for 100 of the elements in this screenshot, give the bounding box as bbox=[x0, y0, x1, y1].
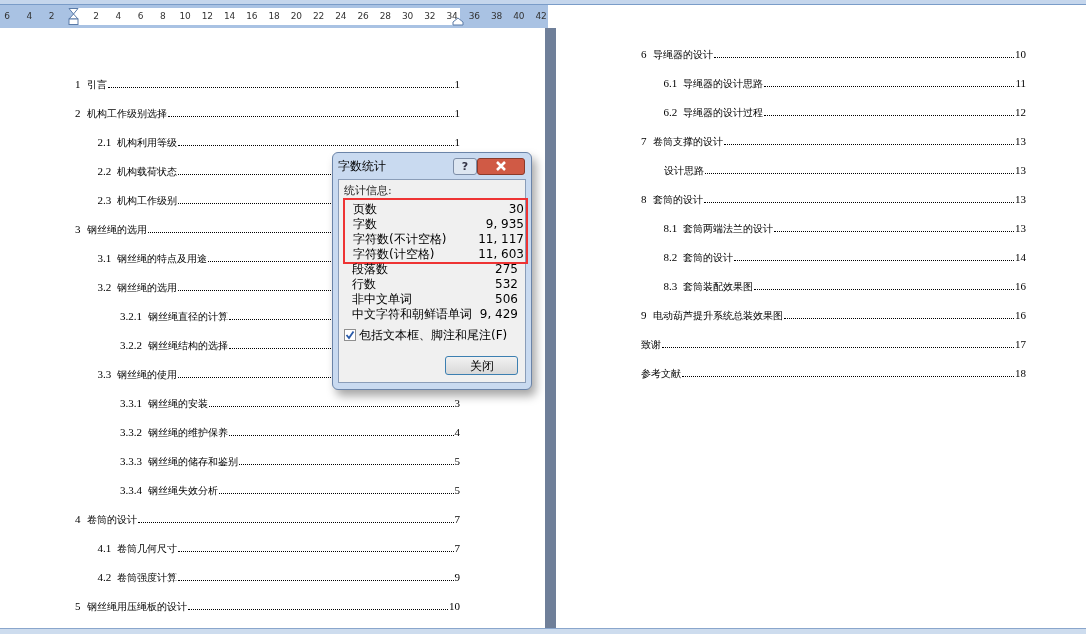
close-icon bbox=[495, 161, 507, 171]
dialog-title: 字数统计 bbox=[338, 158, 387, 175]
ruler-number: 2 bbox=[48, 9, 55, 23]
toc-page-number: 17 bbox=[1015, 339, 1026, 350]
toc-number: 3.3.2 bbox=[120, 427, 142, 438]
toc-page-number: 13 bbox=[1015, 165, 1026, 176]
stat-label: 中文字符和朝鲜语单词 bbox=[352, 305, 472, 323]
toc-number: 1 bbox=[75, 79, 81, 90]
toc-title[interactable]: 机构利用等级 bbox=[117, 138, 178, 148]
ruler-number: 2 bbox=[93, 9, 99, 23]
stat-value: 532 bbox=[495, 275, 518, 293]
toc-number: 2.3 bbox=[97, 195, 112, 206]
help-button[interactable]: ? bbox=[453, 157, 477, 175]
toc-title[interactable]: 钢丝绳的使用 bbox=[117, 370, 178, 380]
toc-title[interactable]: 钢丝绳用压绳板的设计 bbox=[86, 602, 187, 612]
ruler-number: 42 bbox=[535, 9, 547, 23]
toc-title[interactable]: 卷筒的设计 bbox=[86, 515, 137, 525]
toc-number: 6 bbox=[641, 49, 647, 60]
toc-title[interactable]: 套筒的设计 bbox=[652, 195, 703, 205]
ruler-number: 36 bbox=[468, 9, 481, 23]
ruler-number: 4 bbox=[26, 9, 33, 23]
toc-number: 7 bbox=[641, 136, 647, 147]
toc-title[interactable]: 钢丝绳直径的计算 bbox=[148, 312, 228, 322]
toc-page-number: 1 bbox=[454, 79, 460, 90]
toc-title[interactable]: 钢丝绳的选用 bbox=[86, 225, 147, 235]
toc-title[interactable]: 套筒的设计 bbox=[683, 253, 734, 263]
toc-page-number: 7 bbox=[454, 514, 460, 525]
toc-title[interactable]: 机构工作级别选择 bbox=[86, 109, 167, 119]
toc-page-number: 13 bbox=[1015, 194, 1026, 205]
toc-title[interactable]: 钢丝绳的储存和鉴别 bbox=[148, 457, 238, 467]
stat-value: 11, 603 bbox=[478, 245, 524, 263]
toc-title[interactable]: 机构工作级别 bbox=[117, 196, 178, 206]
toc-title[interactable]: 参考文献 bbox=[641, 369, 681, 379]
toc-number: 8.2 bbox=[663, 252, 678, 263]
toc-page-number: 4 bbox=[454, 427, 460, 438]
ruler-number: 38 bbox=[490, 9, 503, 23]
ruler-number: 26 bbox=[357, 9, 369, 23]
checkbox[interactable] bbox=[344, 329, 356, 341]
toc-number: 3.2.1 bbox=[120, 311, 142, 322]
toc-number: 3.1 bbox=[97, 253, 112, 264]
toc-title[interactable]: 机构载荷状态 bbox=[117, 167, 178, 177]
right-indent-icon[interactable] bbox=[452, 17, 464, 26]
toc-number: 3.3.4 bbox=[120, 485, 142, 496]
toc-page-number: 1 bbox=[454, 137, 460, 148]
toc-title[interactable]: 钢丝绳的特点及用途 bbox=[117, 254, 208, 264]
toc-title[interactable]: 套筒装配效果图 bbox=[683, 282, 754, 292]
toc-number: 3.2 bbox=[97, 282, 112, 293]
toc-title[interactable]: 钢丝绳的安装 bbox=[148, 399, 208, 409]
toc-title[interactable]: 卷筒几何尺寸 bbox=[117, 544, 178, 554]
ruler-number: 4 bbox=[115, 9, 122, 23]
toc-page-number: 7 bbox=[454, 543, 460, 554]
toc-number: 8.3 bbox=[663, 281, 678, 292]
ruler-number: 10 bbox=[179, 9, 191, 23]
toc-page-number: 12 bbox=[1015, 107, 1026, 118]
stat-value: 11, 117 bbox=[478, 230, 524, 248]
ruler-number: 16 bbox=[246, 9, 258, 23]
toc-number: 3 bbox=[75, 224, 81, 235]
toc-title[interactable]: 引言 bbox=[86, 80, 107, 90]
stat-label: 页数 bbox=[353, 200, 377, 218]
toc-number: 3.3 bbox=[97, 369, 112, 380]
stat-label: 段落数 bbox=[352, 260, 388, 278]
toc-number: 4.2 bbox=[97, 572, 112, 583]
toc-number: 9 bbox=[641, 310, 647, 321]
toc-page-number: 11 bbox=[1015, 78, 1026, 89]
toc-title[interactable]: 套筒两端法兰的设计 bbox=[683, 224, 774, 234]
toc-title[interactable]: 钢丝绳的选用 bbox=[117, 283, 178, 293]
toc-title[interactable]: 钢丝绳失效分析 bbox=[148, 486, 218, 496]
toc-page-number: 5 bbox=[454, 485, 460, 496]
toc-number: 2 bbox=[75, 108, 81, 119]
close-button[interactable] bbox=[477, 157, 525, 175]
ruler-number: 30 bbox=[401, 9, 414, 23]
checkbox-label[interactable]: 包括文本框、脚注和尾注(F) bbox=[359, 326, 508, 344]
toc-title[interactable]: 设计思路 bbox=[663, 166, 704, 176]
toc-number: 2.2 bbox=[97, 166, 112, 177]
toc-number: 3.3.3 bbox=[120, 456, 142, 467]
toc-title[interactable]: 卷筒强度计算 bbox=[117, 573, 178, 583]
stat-value: 9, 935 bbox=[485, 215, 524, 233]
toc-title[interactable]: 钢丝绳的维护保养 bbox=[148, 428, 228, 438]
stat-label: 字符数(不计空格) bbox=[353, 230, 447, 248]
close-dialog-button[interactable]: 关闭 bbox=[445, 356, 518, 375]
ruler-number: 6 bbox=[4, 9, 10, 23]
toc-title[interactable]: 电动葫芦提升系统总装效果图 bbox=[652, 311, 783, 321]
stat-value: 30 bbox=[508, 200, 524, 218]
toc-page-number: 5 bbox=[454, 456, 460, 467]
stat-label: 行数 bbox=[352, 275, 376, 293]
ruler-number: 32 bbox=[424, 9, 436, 23]
toc-title[interactable]: 导绳器的设计 bbox=[652, 50, 713, 60]
toc-title[interactable]: 卷筒支撑的设计 bbox=[652, 137, 723, 147]
ruler-number: 14 bbox=[223, 9, 236, 23]
toc-title[interactable]: 导绳器的设计过程 bbox=[683, 108, 764, 118]
toc-title[interactable]: 导绳器的设计思路 bbox=[683, 79, 764, 89]
toc-title[interactable]: 致谢 bbox=[641, 340, 661, 350]
ruler-number: 24 bbox=[335, 9, 347, 23]
ruler-number: 20 bbox=[290, 9, 303, 23]
ruler-number: 34 bbox=[446, 9, 458, 23]
indent-marker-icon[interactable] bbox=[68, 8, 80, 25]
stat-value: 275 bbox=[495, 260, 518, 278]
toc-number: 2.1 bbox=[97, 137, 112, 148]
ruler-number: 18 bbox=[268, 9, 280, 23]
toc-title[interactable]: 钢丝绳结构的选择 bbox=[148, 341, 228, 351]
